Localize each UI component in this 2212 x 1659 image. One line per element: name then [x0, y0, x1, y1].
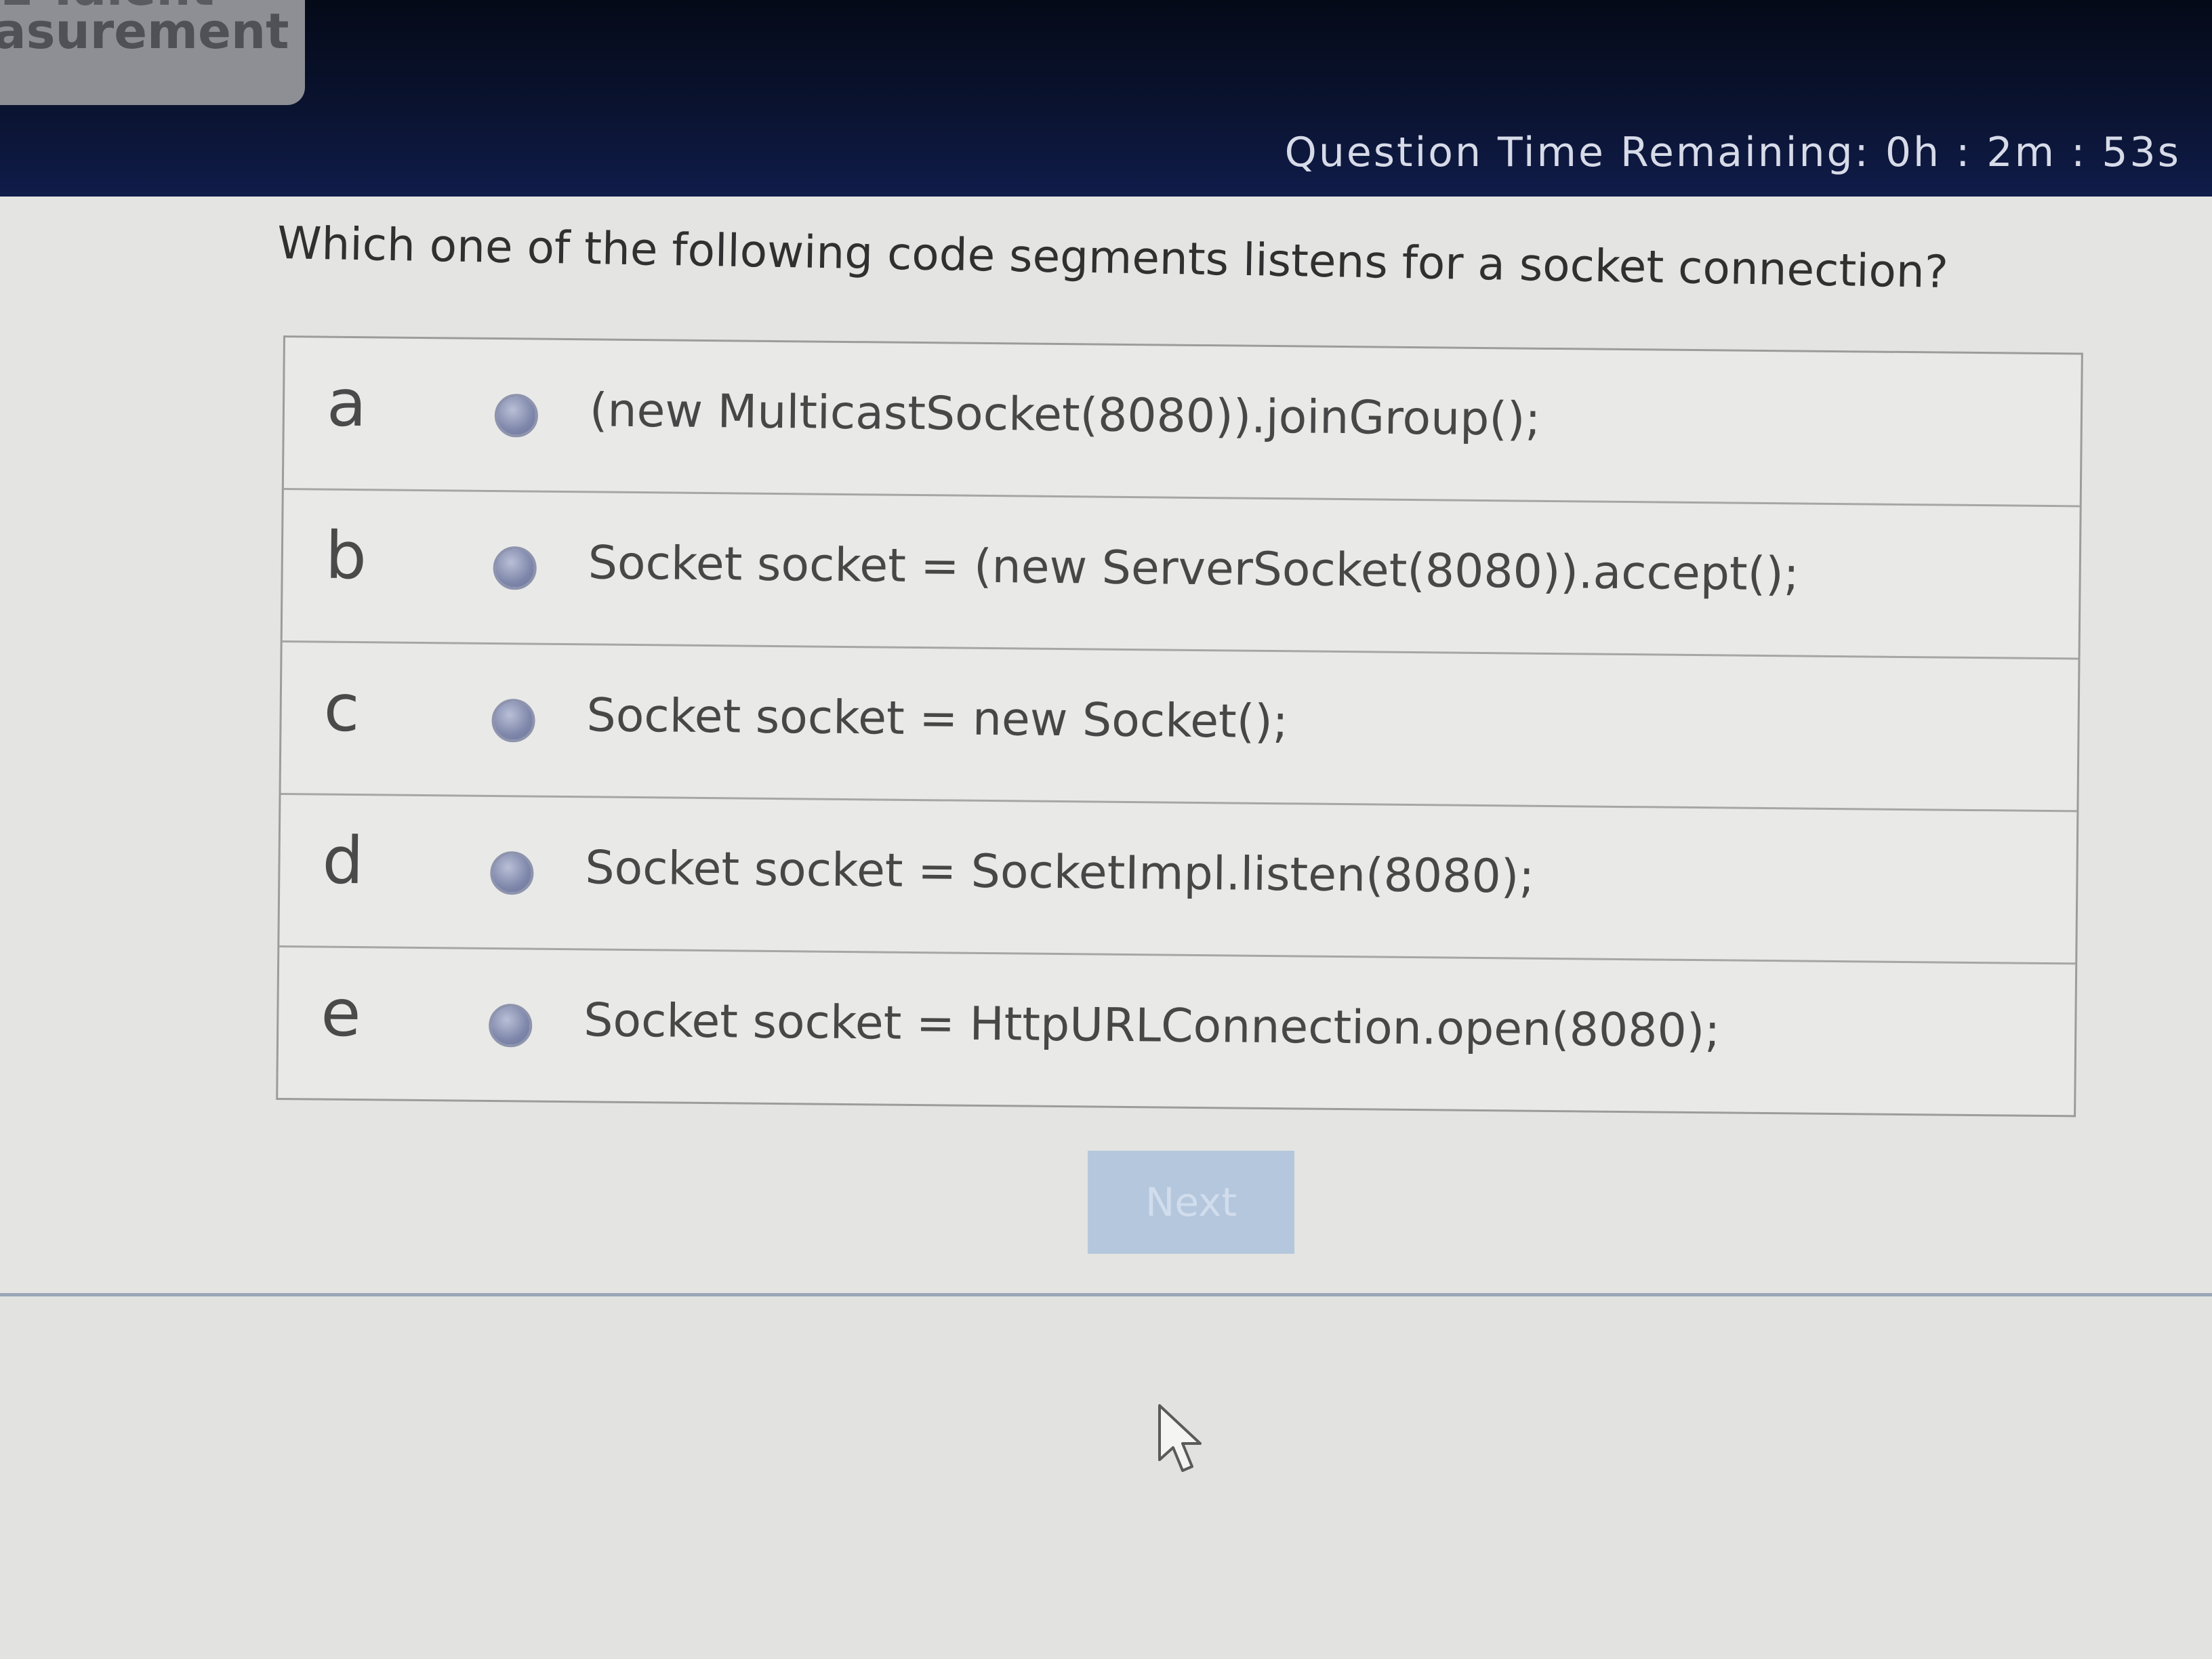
question-time-remaining: Question Time Remaining: 0h : 2m : 53s	[1284, 129, 2181, 176]
question-text: Which one of the following code segments…	[276, 217, 1949, 299]
answer-options-table: a (new MulticastSocket(8080)).joinGroup(…	[276, 335, 2083, 1118]
mouse-pointer-icon	[1158, 1404, 1202, 1472]
option-letter: d	[322, 822, 365, 899]
option-letter: e	[320, 975, 362, 1052]
option-letter: c	[323, 670, 361, 747]
option-radio-d[interactable]	[490, 851, 534, 895]
next-button[interactable]: Next	[1088, 1151, 1294, 1254]
logo-text-bottom: asurement	[0, 3, 289, 60]
option-row-d[interactable]: d Socket socket = SocketImpl.listen(8080…	[279, 794, 2077, 965]
option-code: Socket socket = new Socket();	[586, 689, 1289, 750]
option-radio-a[interactable]	[494, 394, 539, 438]
option-row-e[interactable]: e Socket socket = HttpURLConnection.open…	[278, 947, 2075, 1115]
logo-tab: E-Talent asurement	[0, 0, 305, 105]
option-code: Socket socket = SocketImpl.listen(8080);	[585, 841, 1535, 904]
option-letter: b	[325, 517, 367, 594]
question-panel: Which one of the following code segments…	[0, 197, 2212, 1301]
option-radio-e[interactable]	[488, 1003, 533, 1048]
option-code: (new MulticastSocket(8080)).joinGroup();	[589, 384, 1541, 447]
option-code: Socket socket = HttpURLConnection.open(8…	[583, 994, 1721, 1059]
footer-area	[0, 1296, 2212, 1659]
header-bar: E-Talent asurement Question Time Remaini…	[0, 0, 2212, 197]
option-radio-c[interactable]	[491, 698, 535, 743]
option-letter: a	[326, 365, 367, 442]
option-code: Socket socket = (new ServerSocket(8080))…	[588, 536, 1800, 602]
option-radio-b[interactable]	[493, 546, 537, 590]
option-row-a[interactable]: a (new MulticastSocket(8080)).joinGroup(…	[283, 337, 2081, 508]
option-row-c[interactable]: c Socket socket = new Socket();	[281, 642, 2078, 813]
option-row-b[interactable]: b Socket socket = (new ServerSocket(8080…	[282, 490, 2080, 660]
